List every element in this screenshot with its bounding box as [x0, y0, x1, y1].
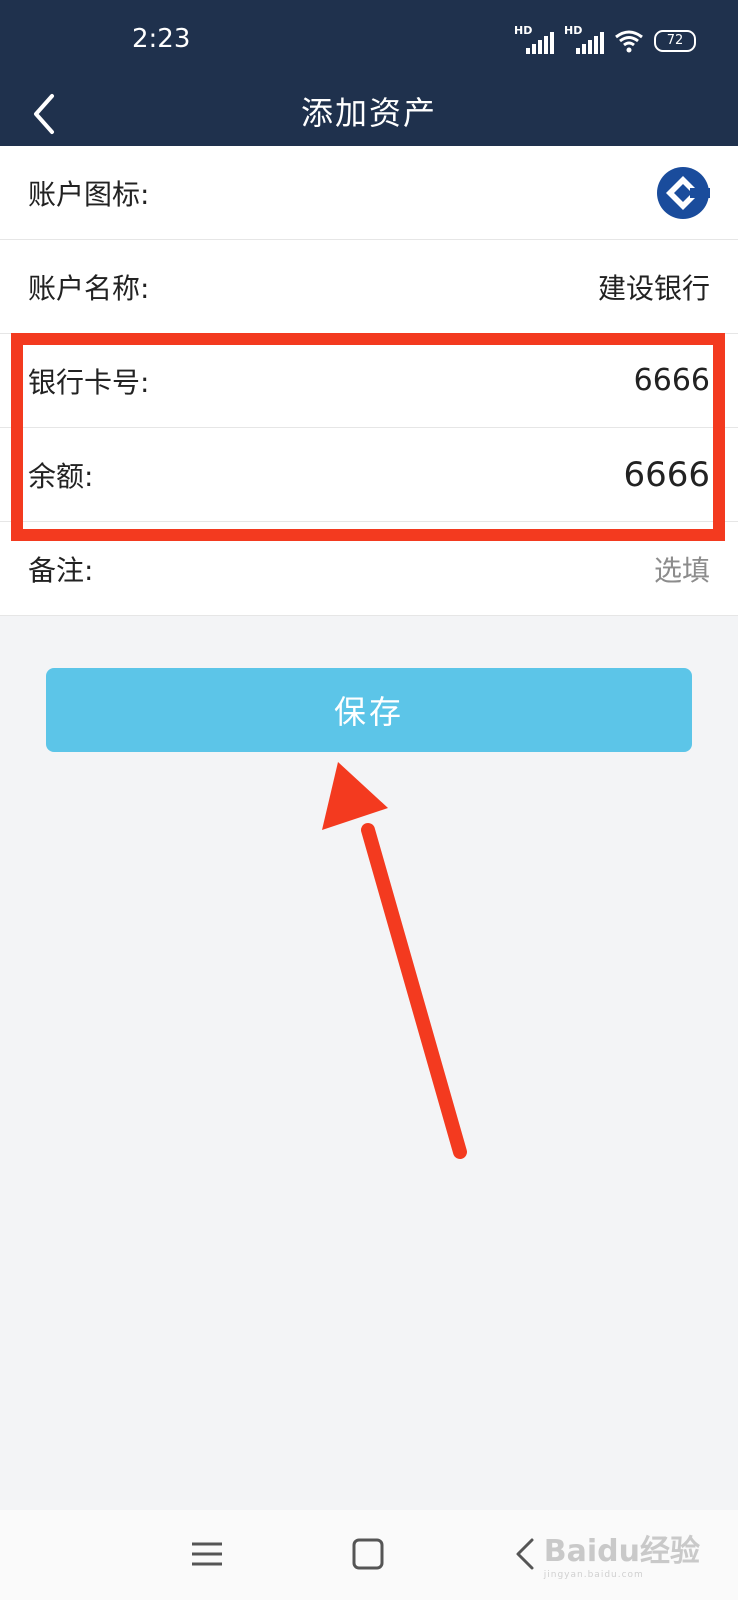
app-header: 添加资产 — [0, 84, 738, 146]
card-number-field[interactable]: 6666 — [634, 363, 710, 398]
note-row[interactable]: 备注: 选填 — [0, 522, 738, 616]
account-icon-label: 账户图标: — [28, 177, 150, 211]
account-name-label: 账户名称: — [28, 271, 150, 305]
balance-row[interactable]: 余额: 6666 — [0, 428, 738, 522]
balance-field[interactable]: 6666 — [623, 455, 710, 495]
page-title: 添加资产 — [300, 94, 437, 132]
account-name-row[interactable]: 账户名称: 建设银行 — [0, 240, 738, 334]
baidu-watermark: Baidu经验 jingyan.baidu.com — [543, 1534, 700, 1580]
square-home-icon[interactable] — [346, 1532, 390, 1576]
save-button[interactable]: 保存 — [46, 668, 692, 752]
asset-form: 账户图标: 账户名称: 建设银行 银行卡号: 6666 余额: 6666 备注:… — [0, 146, 738, 616]
ccb-bank-logo-icon[interactable] — [656, 166, 710, 220]
note-label: 备注: — [28, 553, 94, 587]
balance-label: 余额: — [28, 459, 94, 493]
account-icon-row[interactable]: 账户图标: — [0, 146, 738, 240]
note-field[interactable]: 选填 — [654, 549, 710, 589]
wifi-icon — [615, 30, 643, 53]
status-time: 2:23 — [132, 24, 191, 54]
back-triangle-icon[interactable] — [504, 1532, 548, 1576]
signal-icon-2: HD — [564, 24, 604, 54]
signal-icon: HD — [514, 24, 554, 54]
menu-icon[interactable] — [186, 1532, 230, 1576]
card-number-row[interactable]: 银行卡号: 6666 — [0, 334, 738, 428]
status-icons: HD HD 72 — [514, 24, 696, 54]
status-bar: 2:23 HD HD 72 — [0, 0, 738, 84]
battery-icon: 72 — [654, 30, 696, 52]
card-number-label: 银行卡号: — [28, 365, 150, 399]
account-name-value[interactable]: 建设银行 — [598, 267, 710, 307]
